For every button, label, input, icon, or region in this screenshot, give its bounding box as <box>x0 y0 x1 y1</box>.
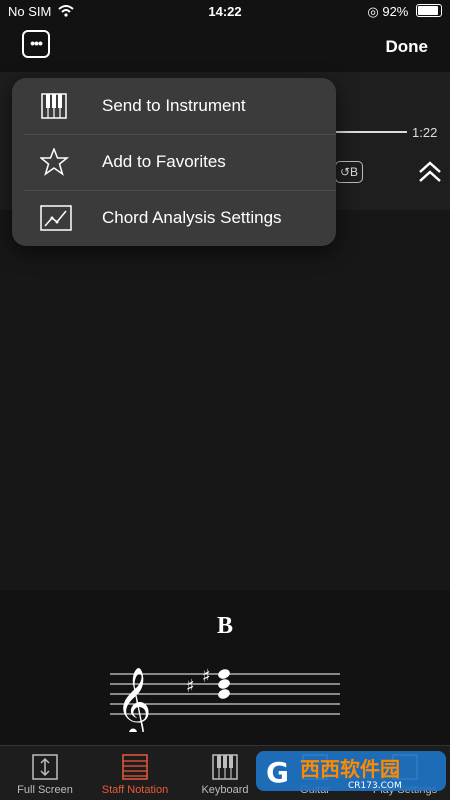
menu-item-chord-analysis-settings[interactable]: Chord Analysis Settings <box>12 190 336 246</box>
battery-indicator: ◎ 92% <box>367 4 442 20</box>
fullscreen-icon <box>32 754 58 780</box>
done-button[interactable]: Done <box>386 37 429 57</box>
battery-percent: 92% <box>382 4 409 19</box>
collapse-chevron-icon[interactable] <box>415 158 445 186</box>
sharp-icon: ♯ <box>202 666 211 687</box>
staff-notation-icon <box>122 754 148 780</box>
chord-grid <box>0 210 450 590</box>
watermark-logo: G 西西软件园 CR173.COM <box>256 751 446 791</box>
svg-text:CR173.COM: CR173.COM <box>348 781 402 791</box>
note-head <box>218 679 230 689</box>
keyboard-icon <box>212 754 238 780</box>
tab-label: Staff Notation <box>101 784 169 796</box>
menu-item-label: Send to Instrument <box>102 96 246 115</box>
key-button[interactable]: ↺B <box>335 161 364 183</box>
nav-header <box>0 24 450 72</box>
menu-item-label: Chord Analysis Settings <box>102 208 282 227</box>
battery-icon <box>416 4 442 17</box>
tab-staff-notation[interactable]: Staff Notation <box>90 746 180 800</box>
rotation-lock-icon: ◎ <box>367 4 379 19</box>
svg-text:西西软件园: 西西软件园 <box>300 757 400 781</box>
tab-label: Full Screen <box>17 784 73 796</box>
status-bar: No SIM 14:22 ◎ 92% <box>0 0 450 24</box>
chart-settings-icon <box>40 205 72 231</box>
ellipsis-icon: ••• <box>30 35 43 51</box>
note-head <box>218 689 230 699</box>
menu-item-send-to-instrument[interactable]: Send to Instrument <box>12 78 336 134</box>
staff-notation: 𝄞 ♯ ♯ <box>110 666 340 732</box>
note-head <box>218 669 230 679</box>
menu-item-add-to-favorites[interactable]: Add to Favorites <box>12 134 336 190</box>
more-button[interactable]: ••• <box>22 30 50 58</box>
treble-clef-icon: 𝄞 <box>116 667 151 732</box>
star-icon <box>40 148 70 176</box>
duration-label: 1:22 <box>412 125 438 140</box>
svg-text:G: G <box>266 756 289 789</box>
piano-keys-icon <box>41 93 67 119</box>
tab-full-screen[interactable]: Full Screen <box>0 746 90 800</box>
options-popup-menu: Send to Instrument Add to Favorites Chor… <box>12 78 336 246</box>
sharp-icon: ♯ <box>186 676 195 697</box>
menu-item-label: Add to Favorites <box>102 152 226 171</box>
current-chord-label: B <box>216 613 233 639</box>
